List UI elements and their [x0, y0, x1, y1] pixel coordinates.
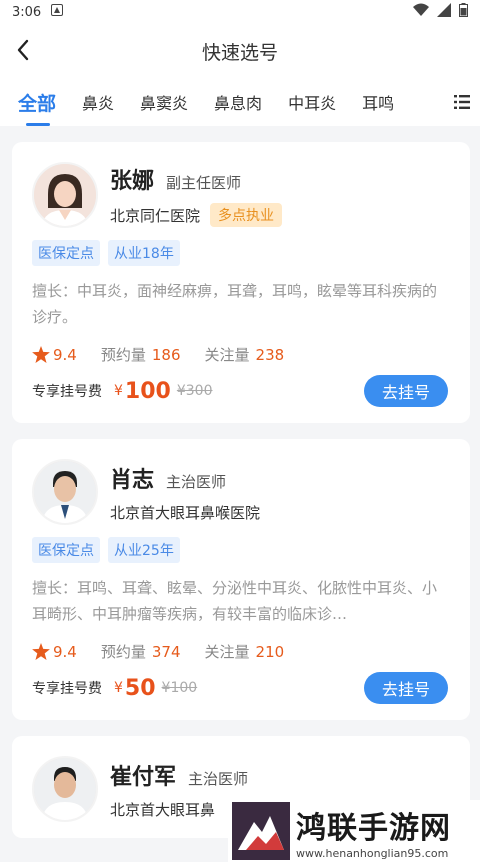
fee-price: 100 [124, 378, 171, 404]
register-button[interactable]: 去挂号 [364, 375, 448, 407]
battery-icon [459, 3, 468, 21]
doctor-avatar [32, 459, 98, 525]
doctor-title: 主治医师 [188, 769, 249, 788]
watermark-logo-icon [232, 802, 290, 860]
tab-sinusitis[interactable]: 鼻窦炎 [140, 90, 188, 114]
rating-value: 9.4 [53, 642, 77, 661]
tag-insurance: 医保定点 [32, 537, 100, 563]
doctor-card[interactable]: 张娜 副主任医师 北京同仁医院 多点执业 医保定点 从业18年 擅长：中耳炎，面… [12, 142, 470, 423]
booking-count: 374 [151, 643, 181, 661]
doctor-name: 崔付军 [110, 764, 177, 790]
fee-label: 专享挂号费 [32, 384, 102, 400]
tab-tinnitus[interactable]: 耳鸣 [362, 90, 394, 114]
doctor-avatar [32, 162, 98, 228]
tag-experience: 从业25年 [108, 537, 180, 563]
category-tabs: 全部 鼻炎 鼻窦炎 鼻息肉 中耳炎 耳鸣 [0, 78, 480, 126]
watermark-url: www.henanhonglian95.com [296, 846, 449, 860]
back-arrow-icon[interactable] [12, 38, 36, 62]
tag-experience: 从业18年 [108, 240, 180, 266]
star-icon [32, 643, 50, 660]
follow-label: 关注量 [204, 346, 250, 364]
tag-insurance: 医保定点 [32, 240, 100, 266]
tab-otitis-media[interactable]: 中耳炎 [288, 90, 336, 114]
original-price: ¥300 [176, 383, 213, 399]
watermark-text: 鸿联手游网 [296, 810, 451, 846]
notification-icon [51, 4, 64, 20]
tab-all[interactable]: 全部 [18, 89, 56, 126]
booking-label: 预约量 [100, 346, 146, 364]
rating-value: 9.4 [53, 345, 77, 364]
site-watermark: 鸿联手游网 www.henanhonglian95.com [228, 800, 480, 862]
tab-nasal-polyp[interactable]: 鼻息肉 [214, 90, 262, 114]
currency-symbol: ¥ [114, 383, 123, 399]
doctor-title: 主治医师 [166, 472, 227, 491]
doctor-hospital: 北京同仁医院 [110, 206, 201, 225]
status-time: 3:06 [12, 4, 42, 20]
booking-count: 186 [151, 346, 181, 364]
doctor-list: 张娜 副主任医师 北京同仁医院 多点执业 医保定点 从业18年 擅长：中耳炎，面… [0, 126, 480, 838]
fee-price: 50 [124, 675, 156, 701]
follow-count: 238 [255, 346, 285, 364]
doctor-title: 副主任医师 [166, 174, 242, 192]
follow-count: 210 [255, 643, 285, 661]
star-icon [32, 346, 50, 363]
doctor-name: 张娜 [110, 169, 155, 194]
doctor-card[interactable]: 肖志 主治医师 北京首大眼耳鼻喉医院 医保定点 从业25年 擅长：耳鸣、耳聋、眩… [12, 439, 470, 720]
status-bar: 3:06 [0, 0, 480, 24]
original-price: ¥100 [161, 680, 198, 696]
fee-label: 专享挂号费 [32, 681, 102, 697]
rating: 9.4 [32, 643, 77, 661]
category-menu-icon[interactable] [454, 94, 470, 109]
doctor-specialty: 擅长：中耳炎，面神经麻痹，耳聋，耳鸣，眩晕等耳科疾病的诊疗。 [32, 282, 438, 326]
page-title: 快速选号 [201, 41, 278, 64]
booking-label: 预约量 [100, 643, 146, 661]
page-header: 快速选号 [0, 24, 480, 78]
signal-icon [437, 3, 451, 21]
doctor-specialty: 擅长：耳鸣、耳聋、眩晕、分泌性中耳炎、化脓性中耳炎、小耳畸形、中耳肿瘤等疾病，有… [32, 579, 438, 623]
doctor-avatar [32, 756, 98, 822]
doctor-hospital: 北京首大眼耳鼻 [110, 800, 216, 819]
tab-rhinitis[interactable]: 鼻炎 [82, 90, 114, 114]
register-button[interactable]: 去挂号 [364, 672, 448, 704]
doctor-hospital: 北京首大眼耳鼻喉医院 [110, 503, 261, 522]
multi-practice-badge: 多点执业 [210, 203, 283, 227]
rating: 9.4 [32, 346, 77, 364]
currency-symbol: ¥ [114, 680, 123, 696]
doctor-name: 肖志 [110, 467, 155, 493]
wifi-icon [413, 3, 429, 21]
follow-label: 关注量 [204, 643, 250, 661]
